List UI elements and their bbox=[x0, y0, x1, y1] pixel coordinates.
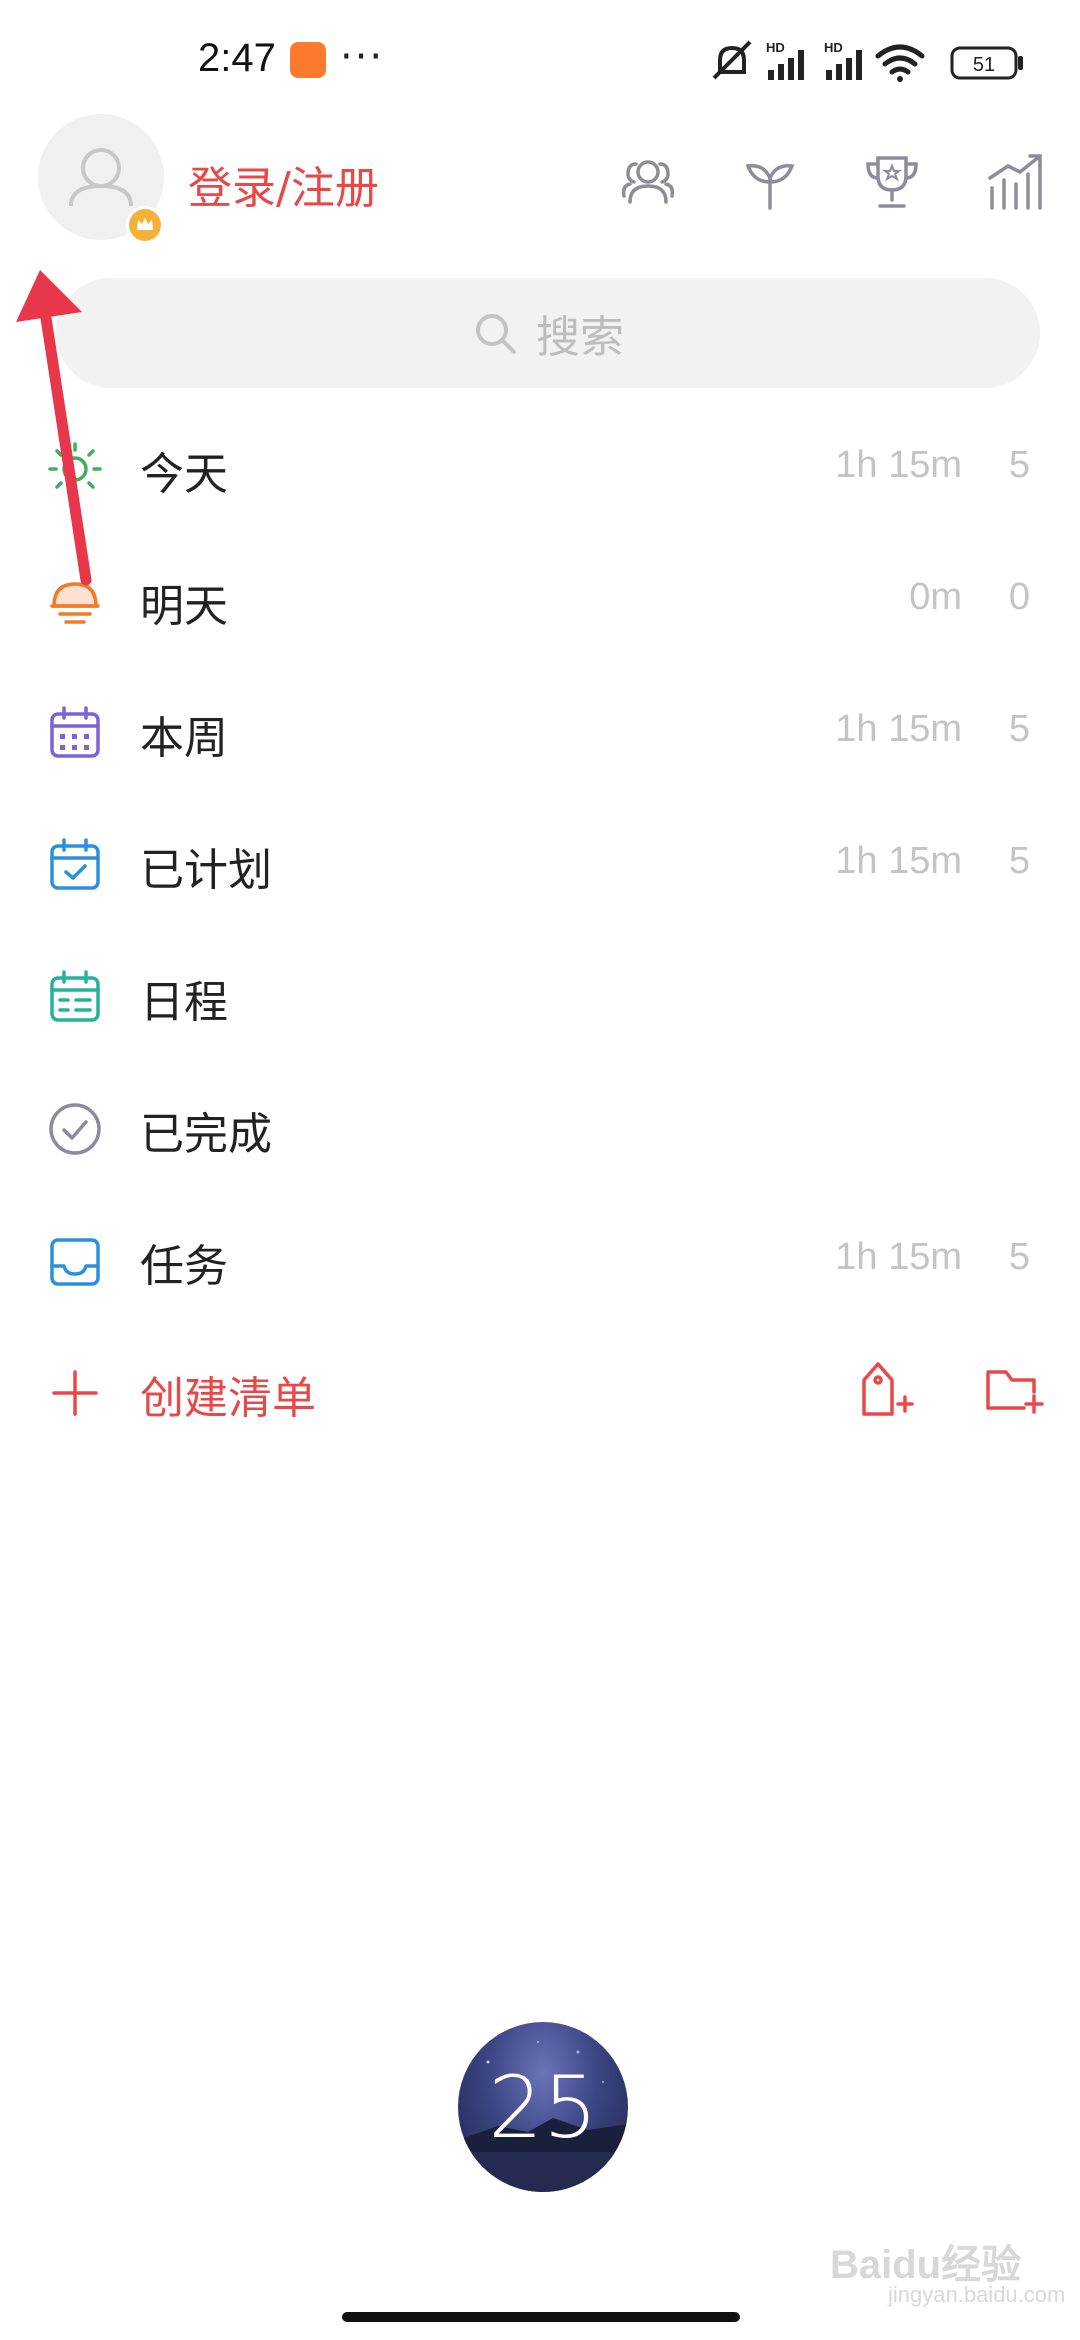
calendar-week-icon bbox=[50, 706, 100, 758]
list-item-duration: 1h 15m bbox=[835, 708, 962, 750]
create-list-row: 创建清单 bbox=[0, 1324, 1080, 1456]
list-item-schedule[interactable]: 日程 bbox=[0, 928, 1080, 1060]
list-item-tasks[interactable]: 任务 1h 15m 5 bbox=[0, 1192, 1080, 1324]
list-item-count: 5 bbox=[1008, 840, 1030, 882]
list-item-completed[interactable]: 已完成 bbox=[0, 1060, 1080, 1192]
create-list-button[interactable]: 创建清单 bbox=[140, 1362, 316, 1426]
schedule-icon bbox=[50, 970, 100, 1022]
pomodoro-minutes: 25 bbox=[488, 2058, 598, 2158]
watermark-url: jingyan.baidu.com bbox=[888, 2282, 1066, 2307]
home-indicator[interactable] bbox=[342, 2312, 740, 2322]
inbox-icon bbox=[50, 1238, 100, 1286]
list-item-label: 本周 bbox=[140, 713, 228, 764]
list-item-label: 已计划 bbox=[140, 845, 272, 896]
list-item-count: 5 bbox=[1008, 708, 1030, 750]
list-item-duration: 1h 15m bbox=[835, 1236, 962, 1278]
list-item-label: 日程 bbox=[140, 977, 228, 1028]
pomodoro-timer-button[interactable]: 25 bbox=[458, 2022, 628, 2192]
calendar-check-icon bbox=[50, 838, 100, 890]
plus-icon[interactable] bbox=[46, 1364, 104, 1422]
list-item-duration: 1h 15m bbox=[835, 840, 962, 882]
add-tag-icon[interactable] bbox=[852, 1358, 916, 1422]
list-item-planned[interactable]: 已计划 1h 15m 5 bbox=[0, 796, 1080, 928]
list-item-label: 已完成 bbox=[140, 1109, 272, 1160]
add-folder-icon[interactable] bbox=[982, 1358, 1046, 1422]
completed-icon bbox=[49, 1103, 101, 1155]
list-item-label: 任务 bbox=[140, 1241, 228, 1292]
list-item-count: 5 bbox=[1008, 1236, 1030, 1278]
annotation-arrow bbox=[16, 270, 92, 586]
